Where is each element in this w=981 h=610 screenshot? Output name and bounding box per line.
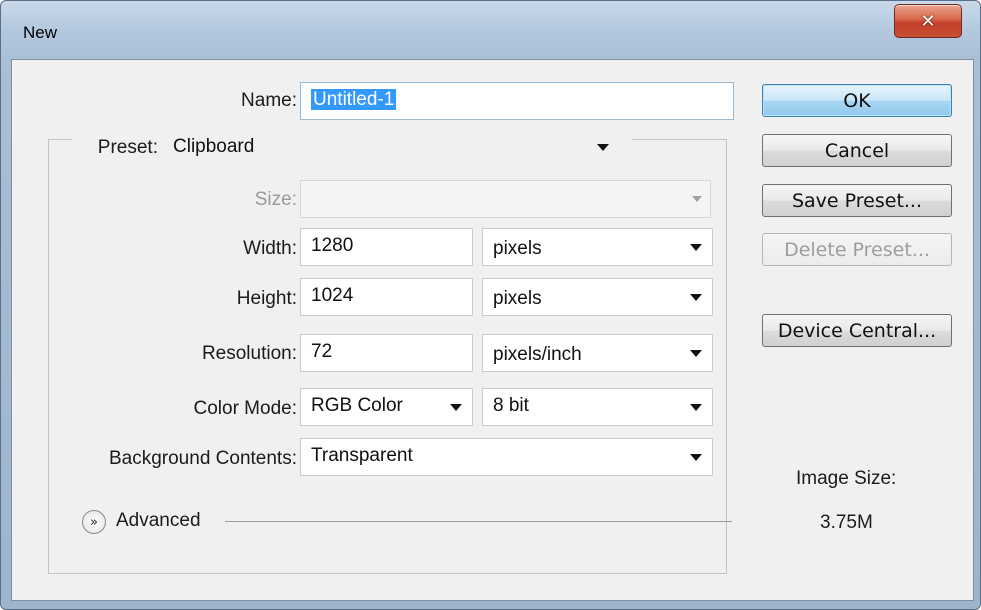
image-size-value: 3.75M: [820, 512, 873, 533]
background-contents-dropdown[interactable]: Transparent: [300, 438, 713, 476]
height-label: Height:: [236, 288, 297, 309]
ok-button[interactable]: OK: [762, 84, 952, 117]
resolution-value: 72: [311, 341, 333, 362]
resolution-unit-dropdown[interactable]: pixels/inch: [482, 334, 713, 372]
advanced-toggle-label[interactable]: Advanced: [116, 510, 201, 532]
size-dropdown: [300, 180, 711, 218]
width-unit-value: pixels: [493, 238, 542, 259]
name-value: Untitled-1: [311, 89, 397, 110]
device-central-button[interactable]: Device Central...: [762, 314, 952, 347]
width-input[interactable]: 1280: [300, 228, 473, 266]
background-contents-value: Transparent: [311, 445, 413, 466]
chevron-down-icon: [597, 143, 609, 151]
preset-value: Clipboard: [173, 136, 255, 157]
resolution-unit-value: pixels/inch: [493, 344, 582, 365]
resolution-input[interactable]: 72: [300, 334, 473, 372]
image-size-label: Image Size:: [796, 468, 897, 489]
background-contents-label: Background Contents:: [108, 448, 297, 469]
height-unit-dropdown[interactable]: pixels: [482, 278, 713, 316]
dialog-title: New: [23, 23, 58, 42]
bit-depth-value: 8 bit: [493, 395, 529, 416]
color-mode-dropdown[interactable]: RGB Color: [300, 388, 473, 426]
name-label: Name:: [241, 90, 297, 111]
double-chevron-down-icon[interactable]: »: [82, 510, 106, 534]
chevron-down-icon: [450, 404, 462, 411]
name-field[interactable]: Untitled-1: [300, 82, 734, 120]
resolution-label: Resolution:: [201, 343, 297, 364]
chevron-down-icon: [690, 404, 702, 411]
chevron-down-icon: [690, 350, 702, 357]
title-bar[interactable]: New ✕: [1, 1, 980, 59]
height-value: 1024: [311, 285, 354, 306]
chevron-down-icon: [690, 294, 702, 301]
width-label: Width:: [243, 238, 297, 259]
chevron-down-icon: [690, 454, 702, 461]
size-label: Size:: [254, 189, 297, 210]
width-value: 1280: [311, 235, 354, 256]
color-mode-label: Color Mode:: [193, 398, 298, 419]
bit-depth-dropdown[interactable]: 8 bit: [482, 388, 713, 426]
height-input[interactable]: 1024: [300, 278, 473, 316]
close-icon: ✕: [920, 10, 936, 31]
new-document-dialog: New ✕ Name: Untitled-1 Preset: Clipboard…: [0, 0, 981, 610]
color-mode-value: RGB Color: [311, 395, 403, 416]
dialog-body: Name: Untitled-1 Preset: Clipboard Size:…: [11, 59, 974, 601]
save-preset-button[interactable]: Save Preset...: [762, 184, 952, 217]
height-unit-value: pixels: [493, 288, 542, 309]
preset-label: Preset:: [97, 137, 158, 158]
delete-preset-button: Delete Preset...: [762, 233, 952, 266]
preset-dropdown[interactable]: Clipboard: [163, 130, 623, 163]
chevron-down-icon: [692, 196, 702, 202]
chevron-down-icon: [690, 244, 702, 251]
width-unit-dropdown[interactable]: pixels: [482, 228, 713, 266]
advanced-divider: [225, 521, 732, 522]
close-button[interactable]: ✕: [894, 4, 962, 38]
cancel-button[interactable]: Cancel: [762, 134, 952, 167]
